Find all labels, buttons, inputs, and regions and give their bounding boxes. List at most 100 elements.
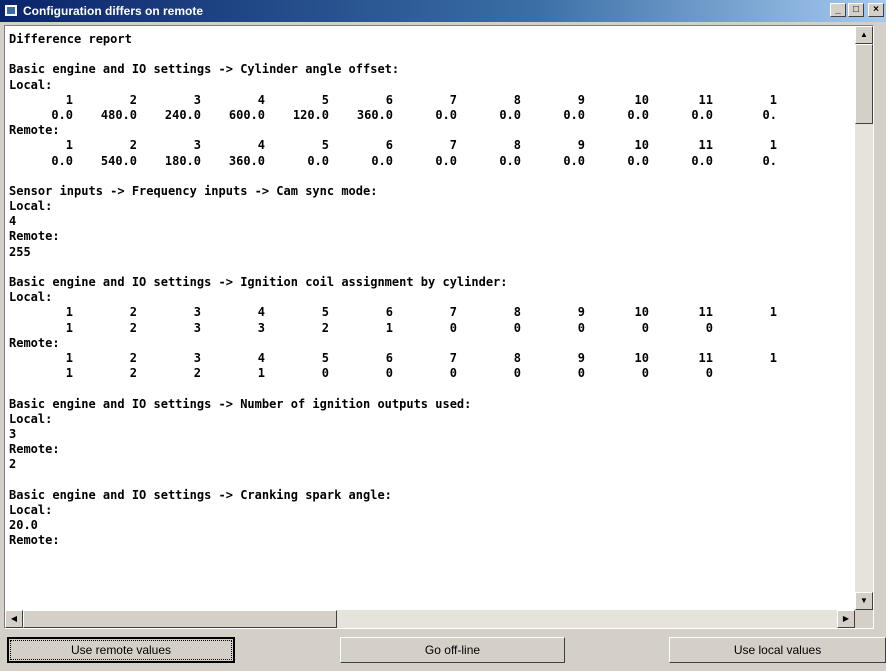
value-cell: 9 [577, 92, 585, 107]
value-cell: 540.0 [100, 153, 137, 168]
value-cell: 8 [513, 138, 521, 153]
value-cell: 1 [769, 305, 777, 320]
value-cell: 1 [65, 305, 73, 320]
value-cell: 1 [65, 138, 73, 153]
value-cell: 0 [385, 366, 393, 381]
value-cell: 180.0 [164, 153, 201, 168]
scroll-down-arrow-icon[interactable]: ▼ [855, 592, 873, 610]
horizontal-scroll-thumb[interactable] [23, 610, 337, 628]
value-cell: 11 [698, 350, 713, 365]
section-title: Basic engine and IO settings -> Number o… [9, 396, 472, 411]
value-cell: 0.0 [499, 153, 521, 168]
value-cell: 2 [129, 320, 137, 335]
use-local-values-button[interactable]: Use local values [669, 637, 886, 663]
value-cell: 0. [762, 107, 777, 122]
maximize-button[interactable]: □ [848, 3, 864, 17]
difference-report-text[interactable]: Difference report Basic engine and IO se… [9, 32, 855, 607]
local-label: Local: [9, 290, 53, 305]
value-cell: 10 [634, 92, 649, 107]
value-cell: 1 [257, 366, 265, 381]
value-cell: 2 [321, 320, 329, 335]
report-heading: Difference report [9, 32, 132, 46]
section-title: Basic engine and IO settings -> Ignition… [9, 275, 508, 289]
local-label: Local: [9, 411, 53, 426]
value-cell: 9 [577, 350, 585, 365]
value-cell: 0 [641, 320, 649, 335]
vertical-scrollbar[interactable]: ▲ ▼ [855, 26, 873, 610]
section-title: Sensor inputs -> Frequency inputs -> Cam… [9, 183, 378, 198]
section-title: Basic engine and IO settings -> Cranking… [9, 487, 392, 502]
local-value: 4 [9, 214, 17, 229]
value-cell: 10 [634, 350, 649, 365]
value-cell: 2 [129, 350, 137, 365]
value-cell: 11 [698, 305, 713, 320]
value-cell: 0 [705, 366, 713, 381]
value-cell: 8 [513, 350, 521, 365]
minimize-button[interactable]: _ [830, 3, 846, 17]
value-cell: 6 [385, 305, 393, 320]
remote-value: 255 [9, 244, 31, 259]
value-cell: 1 [65, 366, 73, 381]
value-cell: 0 [577, 366, 585, 381]
value-cell: 0.0 [691, 107, 713, 122]
value-cell: 2 [129, 366, 137, 381]
value-cell: 7 [449, 305, 457, 320]
value-cell: 0 [449, 320, 457, 335]
value-cell: 3 [193, 350, 201, 365]
scroll-right-arrow-icon[interactable]: ▶ [837, 610, 855, 628]
value-cell: 360.0 [356, 107, 393, 122]
value-cell: 10 [634, 138, 649, 153]
local-values-row: 1 2 3 3 2 1 0 0 0 0 0 [9, 321, 855, 336]
remote-label: Remote: [9, 442, 60, 457]
value-cell: 5 [321, 305, 329, 320]
report-pane[interactable]: Difference report Basic engine and IO se… [4, 25, 874, 629]
value-cell: 4 [257, 305, 265, 320]
horizontal-scrollbar[interactable]: ◀ ▶ [5, 610, 855, 628]
value-cell: 1 [769, 350, 777, 365]
scroll-up-arrow-icon[interactable]: ▲ [855, 26, 873, 44]
local-label: Local: [9, 502, 53, 517]
value-cell: 0.0 [627, 107, 649, 122]
value-cell: 2 [129, 138, 137, 153]
value-cell: 1 [385, 320, 393, 335]
value-cell: 9 [577, 305, 585, 320]
local-value: 3 [9, 426, 17, 441]
vertical-scroll-thumb[interactable] [855, 44, 873, 124]
local-label: Local: [9, 199, 53, 214]
remote-values-row: 0.0 540.0 180.0 360.0 0.0 0.0 0.0 0.0 0.0 0.0 0.0 0… [9, 154, 855, 169]
local-value: 20.0 [9, 518, 38, 532]
value-cell: 5 [321, 92, 329, 107]
value-cell: 3 [193, 305, 201, 320]
close-button[interactable]: × [868, 3, 884, 17]
scroll-left-arrow-icon[interactable]: ◀ [5, 610, 23, 628]
value-cell: 240.0 [164, 107, 201, 122]
value-cell: 6 [385, 138, 393, 153]
value-cell: 0.0 [371, 153, 393, 168]
value-cell: 8 [513, 92, 521, 107]
go-offline-button[interactable]: Go off-line [340, 637, 565, 663]
local-values-row: 1 2 3 4 5 6 7 8 9 10 11 1 [9, 305, 855, 320]
value-cell: 3 [193, 138, 201, 153]
remote-values-row: 1 2 3 4 5 6 7 8 9 10 11 1 [9, 351, 855, 366]
value-cell [713, 366, 777, 381]
use-remote-values-button[interactable]: Use remote values [7, 637, 235, 663]
value-cell: 0.0 [51, 153, 73, 168]
value-cell: 0 [577, 320, 585, 335]
window-title: Configuration differs on remote [23, 4, 203, 18]
remote-values-row: 1 2 3 4 5 6 7 8 9 10 11 1 [9, 138, 855, 153]
value-cell: 480.0 [100, 107, 137, 122]
remote-label: Remote: [9, 229, 60, 244]
value-cell: 1 [769, 92, 777, 107]
value-cell: 7 [449, 138, 457, 153]
value-cell: 0.0 [307, 153, 329, 168]
section-title: Basic engine and IO settings -> Cylinder… [9, 62, 400, 77]
remote-label: Remote: [9, 533, 60, 548]
value-cell: 1 [65, 320, 73, 335]
value-cell: 3 [193, 320, 201, 335]
value-cell: 0 [705, 320, 713, 335]
value-cell: 0. [762, 153, 777, 168]
value-cell: 10 [634, 305, 649, 320]
